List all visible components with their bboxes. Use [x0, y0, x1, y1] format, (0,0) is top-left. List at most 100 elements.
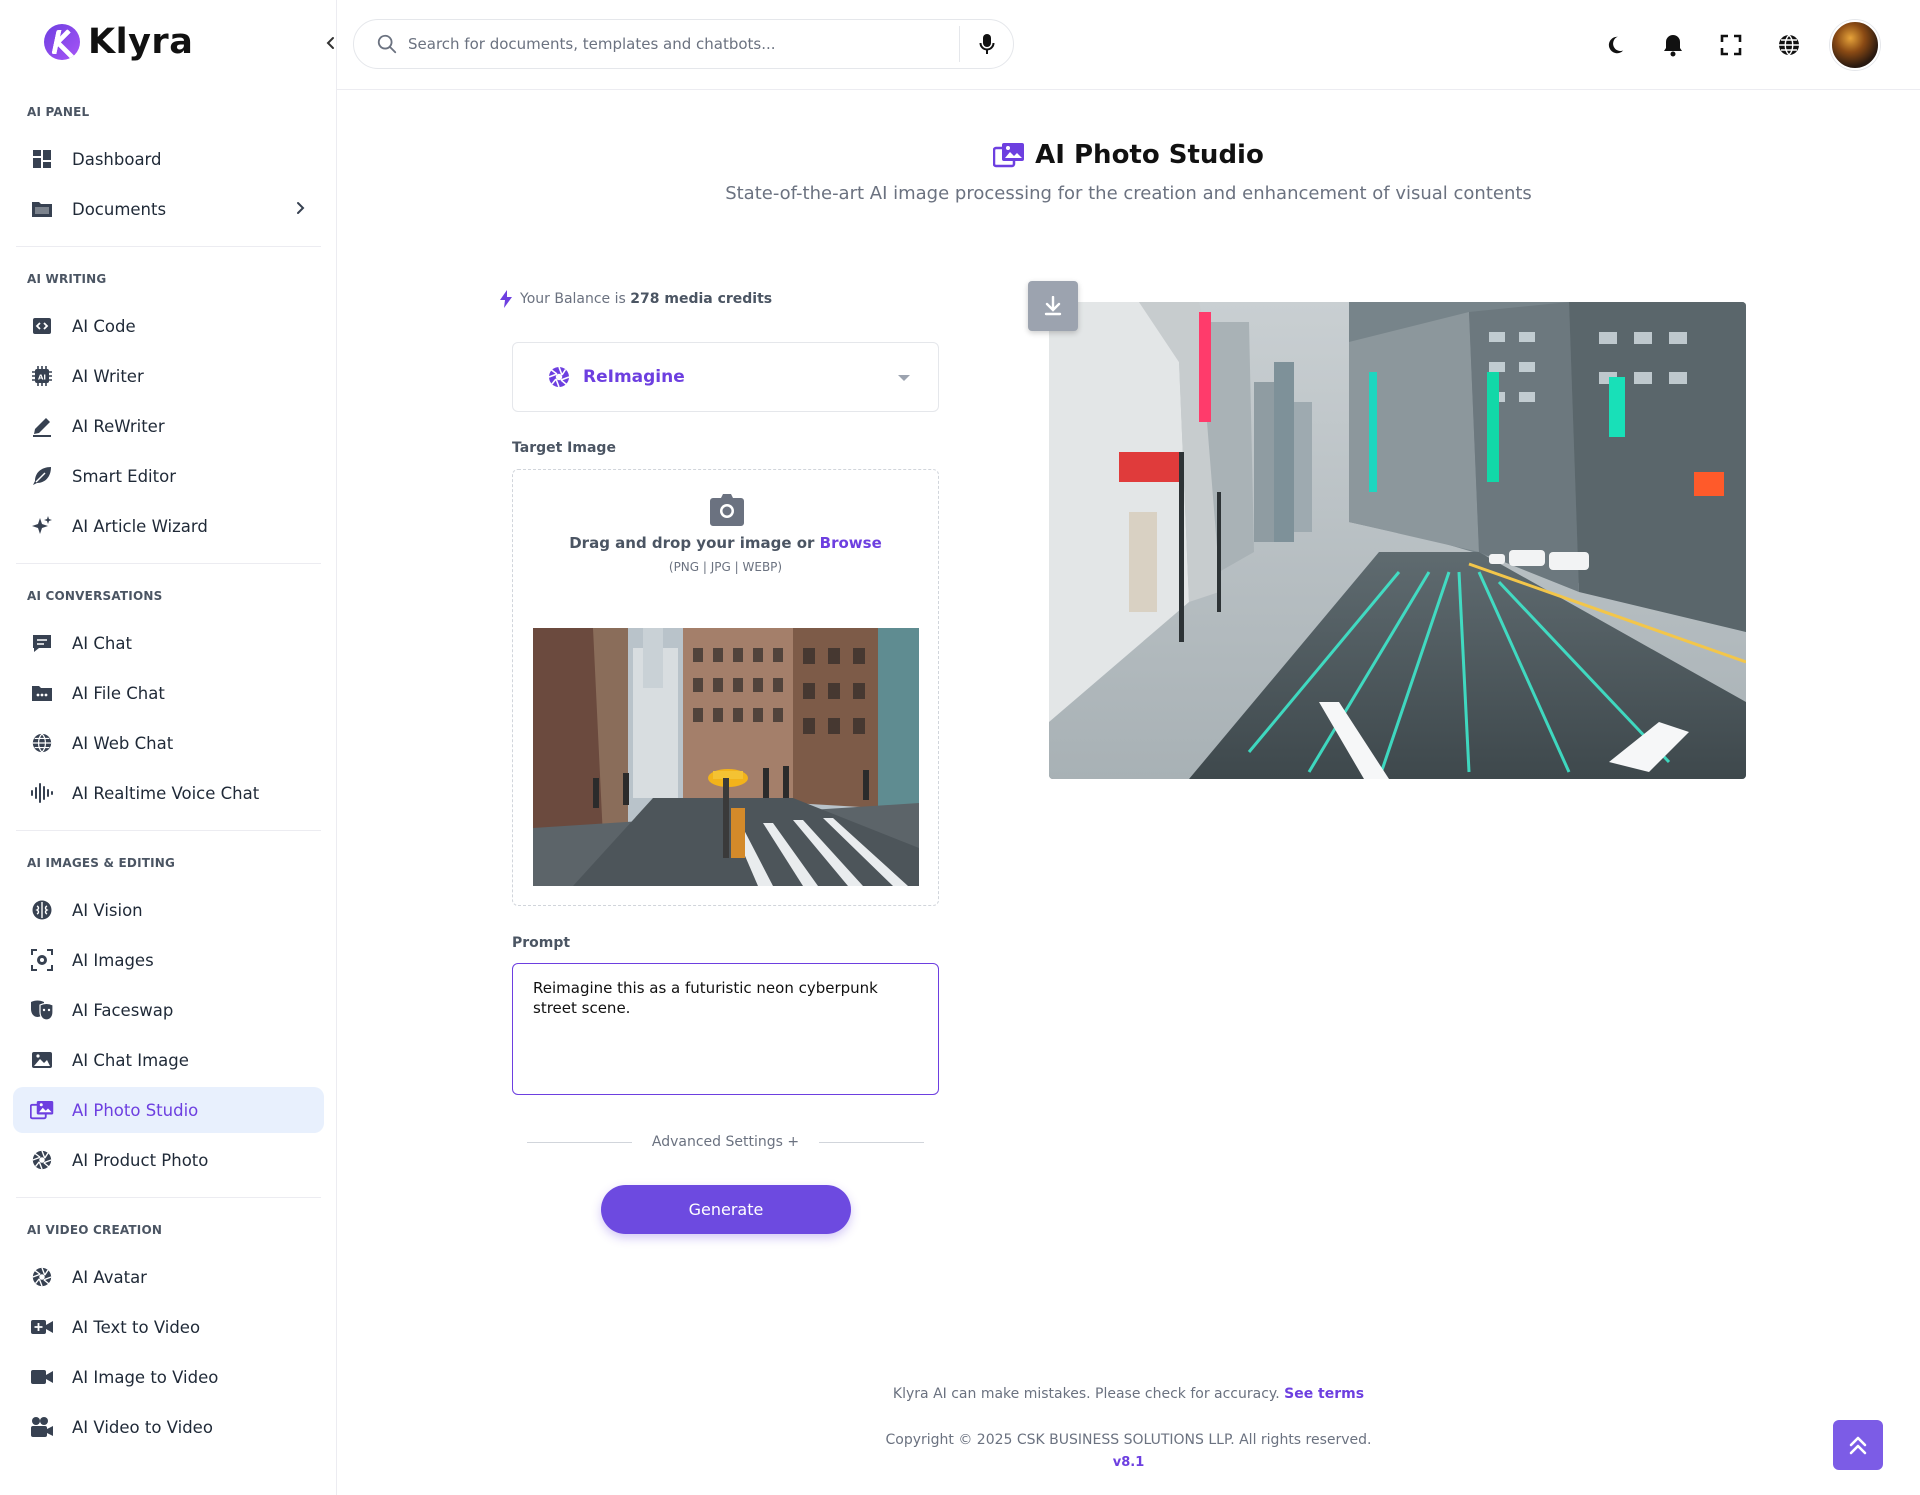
camera-icon	[710, 494, 744, 526]
moon-icon	[1608, 36, 1624, 54]
download-icon	[1044, 296, 1062, 316]
see-terms-link[interactable]: See terms	[1284, 1386, 1364, 1402]
sidebar-item-label: AI Realtime Voice Chat	[72, 783, 260, 803]
sidebar-item-ai-text-to-video[interactable]: AI Text to Video	[13, 1304, 324, 1350]
video-camera-icon	[30, 1365, 54, 1389]
image-icon	[30, 1048, 54, 1072]
divider-left	[527, 1141, 632, 1143]
disclaimer: Klyra AI can make mistakes. Please check…	[337, 1386, 1920, 1402]
advanced-settings-toggle[interactable]: Advanced Settings +	[527, 1130, 924, 1154]
sidebar-item-label: AI Writer	[72, 366, 144, 386]
sidebar-item-label: AI Product Photo	[72, 1150, 209, 1170]
sidebar-item-ai-web-chat[interactable]: AI Web Chat	[13, 720, 324, 766]
sidebar-item-ai-image-to-video[interactable]: AI Image to Video	[13, 1354, 324, 1400]
sidebar-item-ai-code[interactable]: AI Code	[13, 303, 324, 349]
sidebar-item-dashboard[interactable]: Dashboard	[13, 136, 324, 182]
photo-studio-icon	[993, 143, 1025, 168]
sidebar-item-label: AI Avatar	[72, 1267, 147, 1287]
browse-link[interactable]: Browse	[820, 534, 882, 552]
advanced-settings-label: Advanced Settings +	[651, 1134, 800, 1150]
search-input[interactable]	[408, 35, 959, 53]
sidebar-divider	[16, 1197, 321, 1198]
sidebar-item-label: AI Photo Studio	[72, 1100, 199, 1120]
page-title: AI Photo Studio	[993, 140, 1264, 170]
brand[interactable]: Klyra	[44, 22, 193, 62]
voice-search-button[interactable]	[959, 26, 1013, 62]
sidebar-item-ai-chat-image[interactable]: AI Chat Image	[13, 1037, 324, 1083]
dropzone-text: Drag and drop your image or Browse	[513, 534, 938, 552]
sidebar-item-label: AI Images	[72, 950, 154, 970]
sidebar-item-ai-file-chat[interactable]: AI File Chat	[13, 670, 324, 716]
result-image	[1049, 302, 1746, 779]
sidebar-item-ai-realtime-voice-chat[interactable]: AI Realtime Voice Chat	[13, 770, 324, 816]
cyberpunk-street-image	[1049, 302, 1746, 779]
language-button[interactable]	[1776, 32, 1802, 58]
double-chevron-up-icon	[1849, 1436, 1867, 1455]
user-avatar[interactable]	[1830, 20, 1880, 70]
sidebar-item-ai-photo-studio[interactable]: AI Photo Studio	[13, 1087, 324, 1133]
prompt-textarea[interactable]	[512, 963, 939, 1095]
image-dropzone[interactable]: Drag and drop your image or Browse (PNG …	[512, 469, 939, 906]
sidebar-item-ai-faceswap[interactable]: AI Faceswap	[13, 987, 324, 1033]
balance-amount: 278 media credits	[630, 291, 773, 307]
scroll-to-top-button[interactable]	[1833, 1420, 1883, 1470]
sidebar-item-label: AI Video to Video	[72, 1417, 213, 1437]
bolt-icon	[500, 290, 512, 308]
page-title-text: AI Photo Studio	[1035, 140, 1264, 170]
sidebar-item-ai-video-to-video[interactable]: AI Video to Video	[13, 1404, 324, 1450]
globe-icon	[30, 731, 54, 755]
sidebar-item-label: AI Chat Image	[72, 1050, 189, 1070]
sidebar-item-ai-avatar[interactable]: AI Avatar	[13, 1254, 324, 1300]
sidebar-item-label: Documents	[72, 199, 167, 219]
brain-icon	[30, 898, 54, 922]
fullscreen-button[interactable]	[1718, 32, 1744, 58]
sparkles-icon	[30, 514, 54, 538]
sidebar-section-title: AI VIDEO CREATION	[27, 1223, 163, 1237]
chat-icon	[30, 631, 54, 655]
theme-toggle-button[interactable]	[1602, 32, 1628, 58]
uploaded-image-preview	[533, 628, 919, 886]
brand-name: Klyra	[88, 22, 194, 62]
sidebar-item-ai-article-wizard[interactable]: AI Article Wizard	[13, 503, 324, 549]
mode-select[interactable]: ReImagine	[512, 342, 939, 412]
sidebar-item-label: AI Faceswap	[72, 1000, 174, 1020]
topbar-actions	[1602, 0, 1920, 90]
prompt-label: Prompt	[512, 935, 571, 951]
sidebar-item-ai-writer[interactable]: AI AI Writer	[13, 353, 324, 399]
download-button[interactable]	[1028, 281, 1078, 331]
sidebar-item-documents[interactable]: Documents	[13, 186, 324, 232]
caret-down-icon	[898, 375, 910, 381]
svg-text:AI: AI	[38, 374, 46, 382]
notifications-button[interactable]	[1660, 32, 1686, 58]
photo-studio-icon	[30, 1098, 54, 1122]
credit-balance: Your Balance is 278 media credits	[500, 290, 772, 308]
sidebar-item-label: AI Web Chat	[72, 733, 174, 753]
sidebar-item-ai-images[interactable]: AI Images	[13, 937, 324, 983]
klyra-logo-icon	[44, 24, 80, 60]
sidebar-item-ai-product-photo[interactable]: AI Product Photo	[13, 1137, 324, 1183]
page-subtitle: State-of-the-art AI image processing for…	[725, 183, 1532, 204]
sidebar-nav: AI PANEL Dashboard Documents AI WRITING AI C…	[0, 88, 337, 1454]
sidebar-item-smart-editor[interactable]: Smart Editor	[13, 453, 324, 499]
generate-button[interactable]: Generate	[601, 1185, 851, 1234]
bell-icon	[1664, 35, 1682, 57]
sidebar-item-label: AI ReWriter	[72, 416, 165, 436]
balance-prefix: Your Balance is	[520, 291, 626, 307]
aperture-icon	[548, 366, 570, 388]
sidebar-item-ai-rewriter[interactable]: AI ReWriter	[13, 403, 324, 449]
search-bar	[353, 19, 1014, 69]
chevron-left-icon	[326, 37, 334, 49]
code-icon	[30, 314, 54, 338]
sidebar-item-label: AI Vision	[72, 900, 143, 920]
fullscreen-icon	[1720, 34, 1742, 56]
masks-icon	[30, 998, 54, 1022]
sidebar-item-ai-vision[interactable]: AI Vision	[13, 887, 324, 933]
image-scan-icon	[30, 948, 54, 972]
voice-wave-icon	[30, 781, 54, 805]
sidebar-item-ai-chat[interactable]: AI Chat	[13, 620, 324, 666]
sidebar-item-label: AI Text to Video	[72, 1317, 201, 1337]
sidebar-item-label: AI Chat	[72, 633, 132, 653]
mode-select-value: ReImagine	[583, 367, 685, 387]
microphone-icon	[979, 34, 994, 54]
topbar	[337, 0, 1920, 90]
